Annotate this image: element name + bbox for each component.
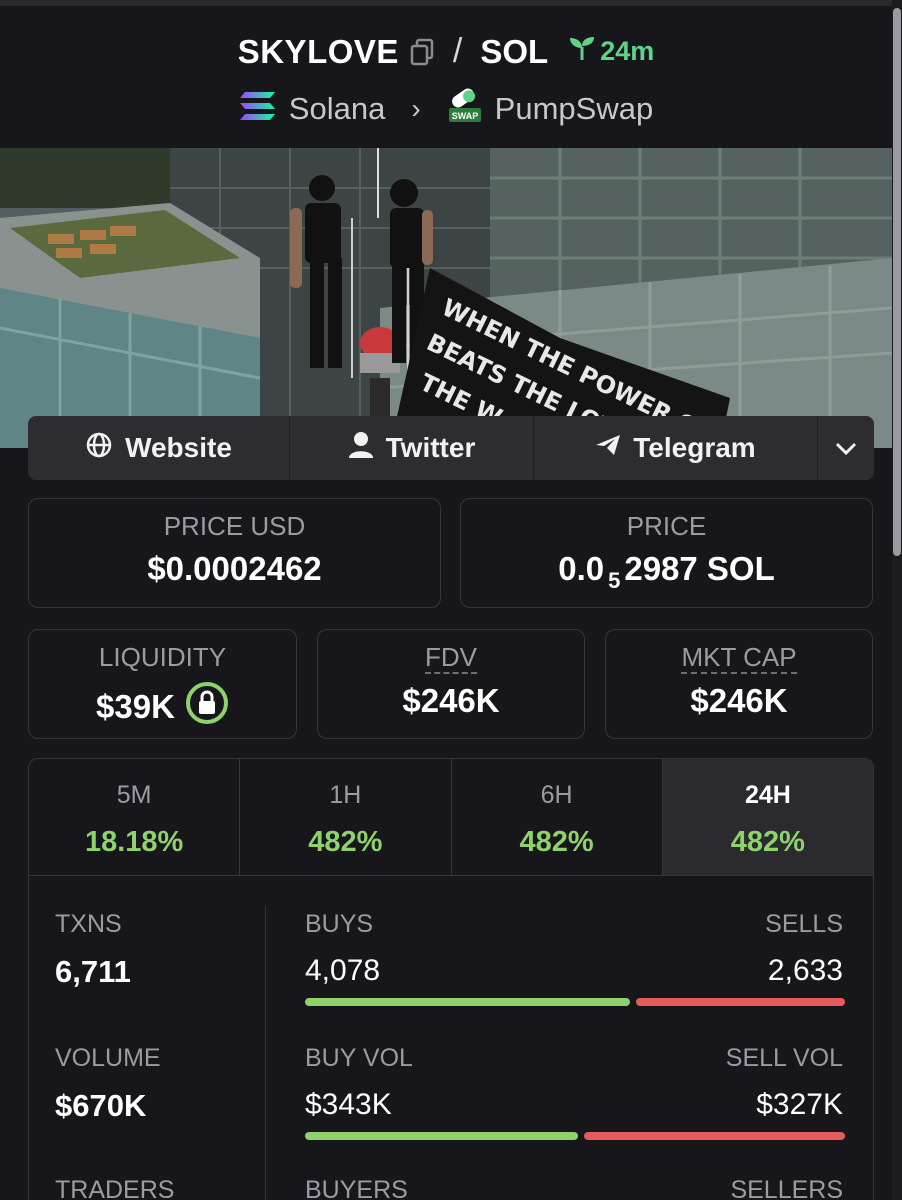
pair-title: SKYLOVE / SOL 24m xyxy=(0,32,892,71)
lock-icon[interactable] xyxy=(185,681,229,733)
chevron-right-icon: › xyxy=(411,92,421,124)
sells-bar xyxy=(636,998,845,1006)
price-change: 482% xyxy=(308,826,383,858)
pair-age: 24m xyxy=(600,36,655,66)
buy-vol-label: BUY VOL xyxy=(305,1044,413,1072)
tab-label: 24H xyxy=(744,781,791,809)
social-links-bar: Website Twitter Telegram xyxy=(28,416,874,480)
fdv-value: $246K xyxy=(402,682,500,719)
seedling-icon xyxy=(568,35,596,68)
solana-logo-icon xyxy=(239,90,277,127)
copy-icon[interactable] xyxy=(409,38,435,66)
stats-divider xyxy=(265,906,266,1200)
pair-separator: / xyxy=(452,32,463,70)
buyers-label: BUYERS xyxy=(305,1176,408,1200)
liquidity-label: LIQUIDITY xyxy=(98,642,227,672)
price-change: 482% xyxy=(730,826,805,858)
pair-age-badge: 24m xyxy=(568,35,654,68)
price-native-prefix: 0.0 xyxy=(558,550,605,587)
pair-header: SKYLOVE / SOL 24m Solana › SWAP PumpSwap xyxy=(0,0,892,148)
buy-vol-bar xyxy=(305,1132,578,1140)
globe-icon xyxy=(85,431,113,466)
telegram-label: Telegram xyxy=(633,432,756,463)
sell-vol-label: SELL VOL xyxy=(725,1044,843,1072)
txns-value: 6,711 xyxy=(55,954,131,989)
dex-link[interactable]: PumpSwap xyxy=(495,91,654,127)
price-native-label: PRICE xyxy=(626,511,707,541)
price-native-zero-count: 5 xyxy=(608,568,621,593)
price-native-box: PRICE 0.0 5 2987 SOL xyxy=(460,498,873,608)
pumpswap-logo-icon: SWAP xyxy=(447,88,483,129)
scrollbar[interactable] xyxy=(892,0,902,1200)
price-usd-label: PRICE USD xyxy=(163,511,306,541)
liquidity-value-row: $39K xyxy=(29,681,296,733)
liquidity-box: LIQUIDITY $39K xyxy=(28,629,297,739)
website-label: Website xyxy=(125,432,232,463)
price-usd-value: $0.0002462 xyxy=(147,550,322,587)
volume-value: $670K xyxy=(55,1088,147,1123)
fdv-label[interactable]: FDV xyxy=(425,642,477,674)
website-button[interactable]: Website xyxy=(28,416,290,480)
volume-label: VOLUME xyxy=(55,1044,161,1072)
liquidity-value: $39K xyxy=(96,688,175,725)
market-cap-value: $246K xyxy=(690,682,788,719)
breadcrumb: Solana › SWAP PumpSwap xyxy=(0,88,892,129)
tab-6h[interactable]: 6H 482% xyxy=(452,759,663,875)
telegram-button[interactable]: Telegram xyxy=(534,416,818,480)
market-cap-label[interactable]: MKT CAP xyxy=(681,642,797,674)
price-native-value: 0.0 5 2987 SOL xyxy=(461,550,872,593)
token-symbol: SKYLOVE xyxy=(237,32,399,70)
send-icon xyxy=(595,432,621,464)
sells-value: 2,633 xyxy=(767,954,843,987)
svg-text:SWAP: SWAP xyxy=(451,111,478,121)
twitter-button[interactable]: Twitter xyxy=(290,416,534,480)
buys-label: BUYS xyxy=(305,910,374,938)
buy-vol-value: $343K xyxy=(305,1088,392,1121)
buys-value: 4,078 xyxy=(305,954,381,987)
price-usd-box: PRICE USD $0.0002462 xyxy=(28,498,441,608)
tab-label: 1H xyxy=(329,781,362,809)
quote-symbol: SOL xyxy=(480,32,549,70)
price-native-digits: 2987 SOL xyxy=(624,550,775,587)
tab-5m[interactable]: 5M 18.18% xyxy=(29,759,241,875)
market-cap-box: MKT CAP $246K xyxy=(605,629,873,739)
tab-label: 5M xyxy=(116,781,152,809)
traders-label: TRADERS xyxy=(55,1176,175,1200)
chain-link[interactable]: Solana xyxy=(289,91,386,127)
fdv-box: FDV $246K xyxy=(317,629,585,739)
more-links-button[interactable] xyxy=(818,416,874,480)
sell-vol-value: $327K xyxy=(756,1088,843,1121)
sells-label: SELLS xyxy=(765,910,843,938)
timeframe-tabs: 5M 18.18% 1H 482% 6H 482% 24H 482% xyxy=(28,758,874,876)
tab-1h[interactable]: 1H 482% xyxy=(240,759,452,875)
tab-24h[interactable]: 24H 482% xyxy=(662,759,873,875)
price-change: 18.18% xyxy=(84,826,184,858)
transaction-stats: TXNS 6,711 BUYS 4,078 SELLS 2,633 VOLUME… xyxy=(28,876,874,1200)
twitter-label: Twitter xyxy=(385,432,476,463)
scrollbar-thumb[interactable] xyxy=(893,8,901,556)
sellers-label: SELLERS xyxy=(730,1176,843,1200)
sell-vol-bar xyxy=(584,1132,845,1140)
user-icon xyxy=(348,431,374,466)
token-banner-image: WHEN THE POWER OF LOVE BEATS THE LOVE OF… xyxy=(0,148,892,448)
buys-bar xyxy=(305,998,630,1006)
tab-label: 6H xyxy=(540,781,573,809)
txns-label: TXNS xyxy=(55,910,122,938)
chevron-down-icon xyxy=(834,432,858,464)
price-change: 482% xyxy=(519,826,594,858)
